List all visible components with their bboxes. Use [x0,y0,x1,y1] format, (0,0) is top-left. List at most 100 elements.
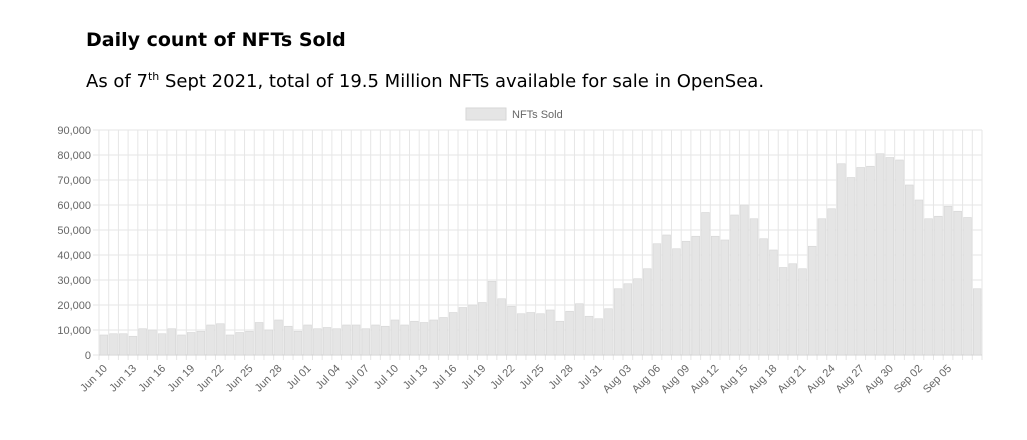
legend-label: NFTs Sold [512,109,563,121]
bar [458,307,468,356]
bar [206,324,215,356]
bar [963,217,972,356]
bar [264,329,273,356]
bar [235,332,244,356]
bar [584,315,594,356]
x-tick-label: Jul 28 [546,363,575,392]
bar [526,312,535,356]
bar [546,309,555,356]
bar [914,199,924,356]
bar [507,305,516,356]
bar [672,248,681,356]
bar [710,235,720,356]
bar [138,328,147,356]
bar [788,263,797,356]
x-tick-label: Aug 30 [863,363,896,396]
bar [798,268,807,356]
bar [429,319,438,356]
bar [342,324,351,356]
bar [885,157,895,356]
bar [313,328,322,356]
bar [681,240,691,356]
bar [284,325,293,356]
bar [439,317,448,356]
y-tick-label: 10,000 [57,325,91,337]
bar [643,268,652,356]
bar [691,235,700,356]
x-axis: Jun 10Jun 13Jun 16Jun 19Jun 22Jun 25Jun … [78,363,954,396]
bar [953,210,962,356]
x-tick-label: Aug 18 [746,363,779,396]
legend[interactable]: NFTs Sold [465,107,563,121]
x-tick-label: Jul 16 [430,363,459,392]
bar [196,330,206,356]
x-tick-label: Jun 16 [136,363,168,395]
bar-series [99,153,982,356]
bar [555,320,565,356]
bar [254,322,264,356]
x-tick-label: Sep 05 [921,363,954,396]
bar [303,324,312,356]
bar [468,304,477,356]
bar [351,324,361,356]
nft-sales-chart: 0 10,000 20,000 30,000 40,000 50,000 60,000 70,… [57,107,983,396]
bar [177,334,186,356]
y-tick-label: 90,000 [57,125,91,137]
y-tick-label: 60,000 [57,200,91,212]
bar [400,324,409,356]
bar [536,313,545,356]
x-tick-label: Aug 03 [601,363,634,396]
x-tick-label: Aug 21 [775,363,808,396]
bar [759,238,768,356]
x-tick-label: Aug 06 [630,363,663,396]
x-tick-label: Jun 13 [107,363,139,395]
bar [895,159,904,356]
bar [109,333,118,356]
bar [361,328,371,356]
bar [322,327,332,356]
bar [99,334,109,356]
x-tick-label: Jul 13 [401,363,430,392]
bar [808,245,817,356]
bar [225,334,235,356]
bar [613,288,623,356]
bar [866,165,875,356]
bar [371,324,380,356]
y-tick-label: 70,000 [57,175,91,187]
bar [293,330,303,356]
x-tick-label: Aug 24 [805,363,838,396]
bar [487,280,497,356]
bar [157,333,167,356]
bar [410,320,419,356]
y-tick-label: 40,000 [57,250,91,262]
y-tick-label: 30,000 [57,275,91,287]
bar [148,329,157,356]
bar [390,319,400,356]
x-tick-label: Jul 01 [284,363,313,392]
bar [633,278,642,356]
bar [924,218,933,356]
bar [448,312,458,356]
bar [245,330,254,356]
x-tick-label: Jun 22 [195,363,227,395]
bar [167,328,176,356]
bar [701,212,710,356]
x-tick-label: Aug 27 [834,363,867,396]
bar [594,318,603,356]
x-tick-label: Jul 25 [517,363,546,392]
x-tick-label: Aug 15 [717,363,750,396]
bar [778,267,788,356]
x-tick-label: Aug 12 [688,363,721,396]
bar [128,335,138,356]
bar [623,283,633,356]
y-tick-label: 20,000 [57,300,91,312]
x-tick-label: Jul 10 [372,363,401,392]
bar [856,167,865,356]
bar [478,302,487,356]
y-tick-label: 0 [85,350,91,362]
bar [740,204,749,356]
x-tick-label: Jun 25 [224,363,256,395]
bar [662,234,671,356]
bar [730,214,739,356]
bar [837,163,846,356]
